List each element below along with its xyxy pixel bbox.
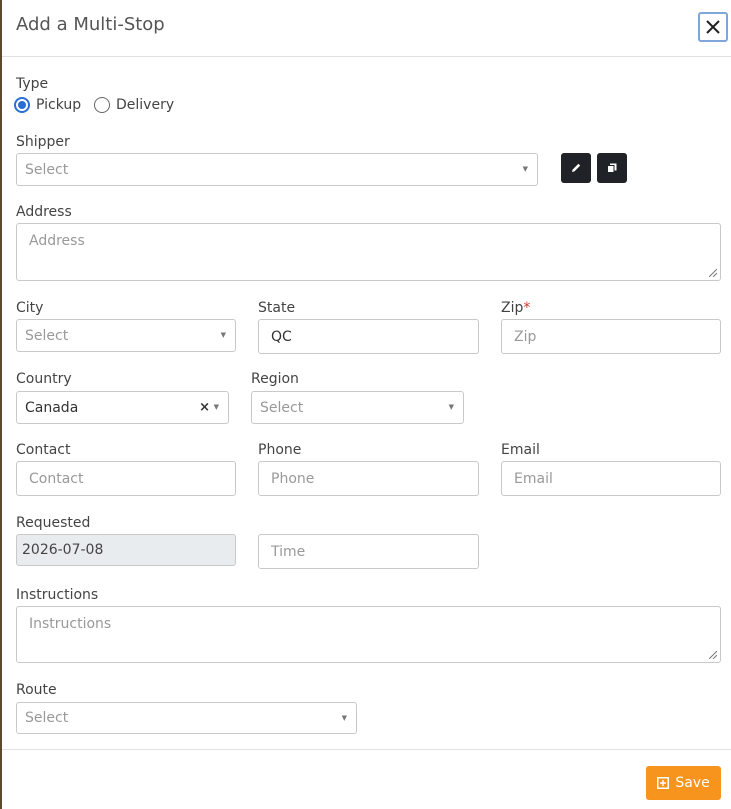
region-label: Region (251, 371, 299, 387)
address-textarea[interactable]: Address (16, 223, 721, 281)
country-select[interactable]: Canada × ▼ (16, 391, 229, 424)
phone-placeholder: Phone (271, 470, 315, 487)
instructions-label: Instructions (16, 587, 99, 603)
city-placeholder: Select (25, 327, 69, 344)
chevron-down-icon: ▼ (220, 331, 226, 339)
zip-required-mark: * (523, 300, 531, 316)
chevron-down-icon: ▼ (522, 165, 528, 173)
region-placeholder: Select (260, 399, 304, 416)
route-placeholder: Select (25, 710, 69, 726)
zip-label: Zip* (501, 300, 530, 316)
requested-date-input: 2026-07-08 (16, 534, 236, 566)
contact-label: Contact (16, 442, 71, 458)
email-label: Email (501, 442, 540, 458)
time-placeholder: Time (271, 543, 306, 560)
resize-handle-icon[interactable] (709, 651, 717, 659)
delivery-radio[interactable] (94, 97, 110, 113)
time-input[interactable]: Time (258, 534, 479, 569)
type-option-pickup[interactable]: Pickup (14, 97, 81, 113)
clear-selection-icon[interactable]: × (199, 400, 210, 415)
route-select[interactable]: Select ▼ (16, 702, 357, 734)
edit-shipper-button[interactable] (561, 153, 591, 183)
country-label: Country (16, 371, 72, 387)
requested-label: Requested (16, 515, 91, 531)
shipper-label: Shipper (16, 134, 70, 150)
close-icon (706, 20, 720, 34)
plus-square-icon (657, 777, 670, 789)
copy-icon (607, 163, 617, 173)
city-select[interactable]: Select ▼ (16, 319, 236, 352)
chevron-down-icon: ▼ (341, 714, 347, 722)
zip-input[interactable]: Zip (501, 319, 721, 354)
type-label: Type (16, 76, 49, 92)
requested-date-value: 2026-07-08 (22, 542, 104, 558)
resize-handle-icon[interactable] (709, 269, 717, 277)
footer-divider (2, 749, 731, 750)
header-divider (2, 56, 731, 57)
state-value: QC (271, 328, 292, 345)
type-option-delivery[interactable]: Delivery (94, 97, 174, 113)
region-select[interactable]: Select ▼ (251, 391, 464, 424)
state-input[interactable]: QC (258, 319, 479, 354)
country-value: Canada (25, 399, 79, 416)
contact-input[interactable]: Contact (16, 461, 236, 496)
phone-label: Phone (258, 442, 302, 458)
email-placeholder: Email (514, 470, 553, 487)
instructions-textarea[interactable]: Instructions (16, 606, 721, 663)
city-label: City (16, 300, 44, 316)
pickup-radio[interactable] (14, 97, 30, 113)
address-placeholder: Address (29, 233, 85, 249)
shipper-placeholder: Select (25, 161, 69, 178)
shipper-select[interactable]: Select ▼ (16, 153, 538, 186)
chevron-down-icon: ▼ (448, 403, 454, 411)
pickup-label: Pickup (36, 97, 82, 113)
phone-input[interactable]: Phone (258, 461, 479, 496)
close-button[interactable] (698, 12, 728, 42)
save-label: Save (675, 775, 710, 791)
copy-shipper-button[interactable] (597, 153, 627, 183)
pencil-icon (572, 163, 581, 172)
zip-label-text: Zip (501, 300, 524, 316)
zip-placeholder: Zip (514, 328, 537, 345)
chevron-down-icon: ▼ (213, 403, 219, 411)
modal-left-edge (0, 0, 2, 809)
email-input[interactable]: Email (501, 461, 721, 496)
contact-placeholder: Contact (29, 470, 84, 487)
instructions-placeholder: Instructions (29, 616, 112, 632)
delivery-label: Delivery (116, 97, 175, 113)
route-label: Route (16, 682, 57, 698)
address-label: Address (16, 204, 72, 220)
state-label: State (258, 300, 296, 316)
modal-title: Add a Multi-Stop (16, 14, 165, 35)
save-button[interactable]: Save (646, 766, 721, 800)
